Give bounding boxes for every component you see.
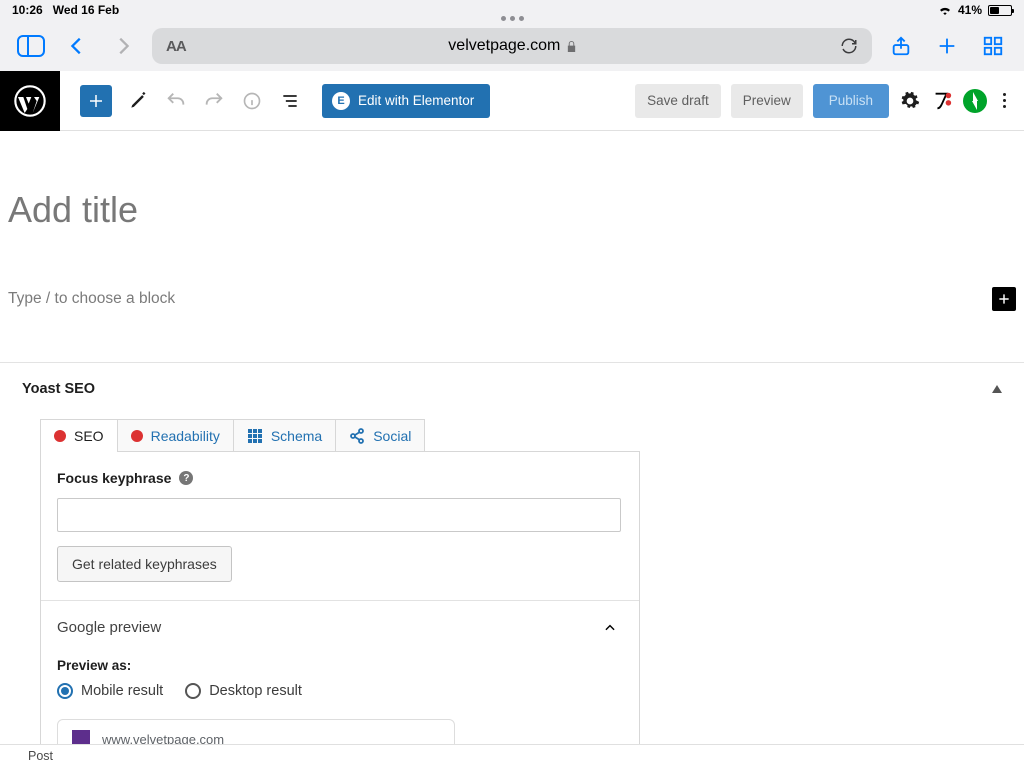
yoast-seo-tab-content: Focus keyphrase ? Get related keyphrases… [40,451,640,745]
share-nodes-icon [349,428,365,444]
google-preview-heading[interactable]: Google preview [57,619,161,636]
mobile-result-label: Mobile result [81,683,163,699]
preview-button[interactable]: Preview [731,84,803,118]
radio-unchecked-icon [185,683,201,699]
edit-with-elementor-button[interactable]: E Edit with Elementor [322,84,490,118]
tab-schema[interactable]: Schema [234,419,336,452]
editor-header: E Edit with Elementor Save draft Preview… [60,71,1024,131]
tab-seo-label: SEO [74,428,104,444]
safari-forward-button [106,29,140,63]
battery-icon [988,5,1012,16]
schema-grid-icon [247,428,263,444]
tab-readability-label: Readability [151,428,220,444]
safari-toolbar: AA velvetpage.com [0,21,1024,71]
collapse-caret-icon[interactable] [992,385,1002,393]
undo-icon [164,89,188,113]
post-title-input[interactable]: Add title [8,189,1016,231]
desktop-result-option[interactable]: Desktop result [185,683,302,699]
safari-address-bar[interactable]: AA velvetpage.com [152,28,872,64]
new-tab-button[interactable] [930,29,964,63]
info-icon[interactable] [240,89,264,113]
elementor-button-label: Edit with Elementor [358,93,474,108]
section-divider [41,600,639,601]
tab-social[interactable]: Social [336,419,425,452]
elementor-e-icon: E [332,92,350,110]
outline-icon[interactable] [278,89,302,113]
site-favicon-icon [72,730,90,745]
more-options-icon[interactable] [997,93,1012,108]
settings-gear-icon[interactable] [899,90,921,112]
radio-checked-icon [57,683,73,699]
inline-add-block-button[interactable] [992,287,1016,311]
safari-back-button[interactable] [60,29,94,63]
tab-schema-label: Schema [271,428,322,444]
help-icon[interactable]: ? [179,471,193,485]
yoast-icon[interactable] [931,90,953,112]
serp-domain: www.velvetpage.com [102,732,224,746]
preview-as-label: Preview as: [57,658,623,673]
mobile-result-option[interactable]: Mobile result [57,683,163,699]
lock-icon [566,40,577,53]
edit-mode-icon[interactable] [126,89,150,113]
google-preview-card: www.velvetpage.com [57,719,455,745]
tab-social-label: Social [373,428,411,444]
yoast-tabs: SEO Readability Schema Social [40,419,1002,452]
chevron-up-icon[interactable] [603,621,617,635]
editor-canvas[interactable]: Add title Type / to choose a block [0,131,1024,363]
publish-button[interactable]: Publish [813,84,889,118]
add-block-button[interactable] [80,85,112,117]
seo-status-dot-icon [54,430,66,442]
jetpack-icon[interactable] [963,89,987,113]
tab-seo[interactable]: SEO [40,419,118,452]
save-draft-button[interactable]: Save draft [635,84,721,118]
focus-keyphrase-label: Focus keyphrase [57,470,171,486]
status-date: Wed 16 Feb [53,3,119,17]
safari-sidebar-button[interactable] [14,29,48,63]
battery-percentage: 41% [958,3,982,17]
desktop-result-label: Desktop result [209,683,302,699]
block-placeholder[interactable]: Type / to choose a block [8,290,992,308]
status-time: 10:26 [12,3,43,17]
get-related-keyphrases-button[interactable]: Get related keyphrases [57,546,232,582]
readability-status-dot-icon [131,430,143,442]
editor-breadcrumb[interactable]: Post [0,744,1024,768]
yoast-seo-panel: Yoast SEO SEO Readability Schema Social … [0,363,1024,745]
tab-readability[interactable]: Readability [118,419,234,452]
reader-aa-icon[interactable]: AA [166,38,186,55]
safari-url: velvetpage.com [448,37,560,55]
share-button[interactable] [884,29,918,63]
yoast-panel-title: Yoast SEO [22,381,95,397]
breadcrumb-post: Post [28,749,53,763]
wordpress-logo[interactable] [0,71,60,131]
wifi-icon [938,5,952,15]
reload-icon[interactable] [840,37,858,55]
tabs-overview-button[interactable] [976,29,1010,63]
redo-icon [202,89,226,113]
focus-keyphrase-input[interactable] [57,498,621,532]
